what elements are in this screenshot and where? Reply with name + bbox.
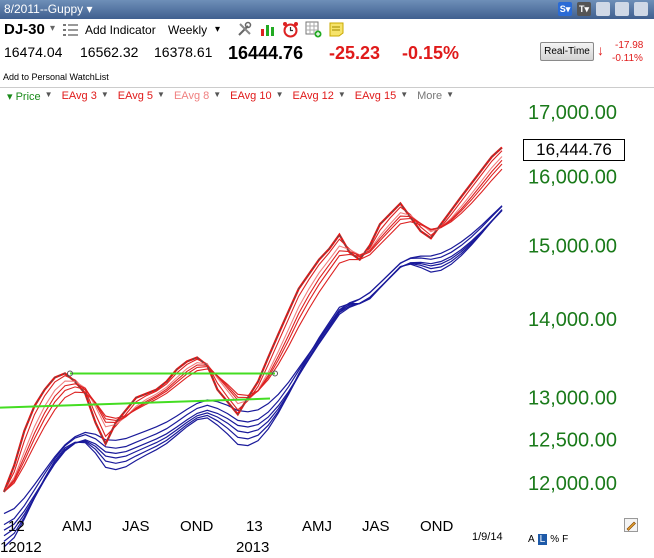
y-tick-label: 15,000.00 bbox=[528, 235, 617, 257]
log-scale-toggle[interactable]: L bbox=[537, 534, 548, 545]
x-tick-label: 12 bbox=[8, 518, 25, 535]
fit-toggle[interactable]: F bbox=[562, 534, 568, 545]
y-tick-label: 12,500.00 bbox=[528, 430, 617, 452]
short-ema-line bbox=[2, 146, 503, 493]
x-year-label: 2013 bbox=[236, 539, 269, 556]
x-year-label: 12012 bbox=[0, 539, 42, 556]
chart-footer-controls: A L % F bbox=[528, 534, 568, 545]
percent-scale-toggle[interactable]: % bbox=[550, 534, 559, 545]
x-tick-label: OND bbox=[180, 518, 214, 535]
y-tick-label: 17,000.00 bbox=[528, 102, 617, 124]
long-ema-line bbox=[3, 209, 503, 542]
x-tick-label: JAS bbox=[362, 518, 390, 535]
last-price-label: 16,444.76 bbox=[523, 139, 625, 161]
price-chart[interactable]: 17,000.00 16,000.00 15,000.00 14,000.00 13,0… bbox=[0, 0, 654, 558]
x-tick-label: 13 bbox=[246, 518, 263, 535]
long-ema-line bbox=[3, 205, 503, 515]
long-ema-line bbox=[3, 209, 503, 548]
y-tick-label: 14,000.00 bbox=[528, 309, 617, 331]
autoscale-toggle[interactable]: A bbox=[528, 534, 535, 545]
x-tick-label: AMJ bbox=[302, 518, 332, 535]
price-line bbox=[3, 147, 503, 493]
y-tick-label: 12,000.00 bbox=[528, 473, 617, 495]
x-tick-label: JAS bbox=[122, 518, 150, 535]
date-label: 1/9/14 bbox=[472, 531, 503, 543]
pencil-icon[interactable] bbox=[624, 518, 638, 532]
x-tick-label: AMJ bbox=[62, 518, 92, 535]
x-tick-label: OND bbox=[420, 518, 454, 535]
y-tick-label: 16,000.00 bbox=[528, 167, 617, 189]
y-tick-label: 13,000.00 bbox=[528, 388, 617, 410]
short-ema-line bbox=[3, 150, 503, 493]
long-ema-line bbox=[3, 205, 503, 526]
